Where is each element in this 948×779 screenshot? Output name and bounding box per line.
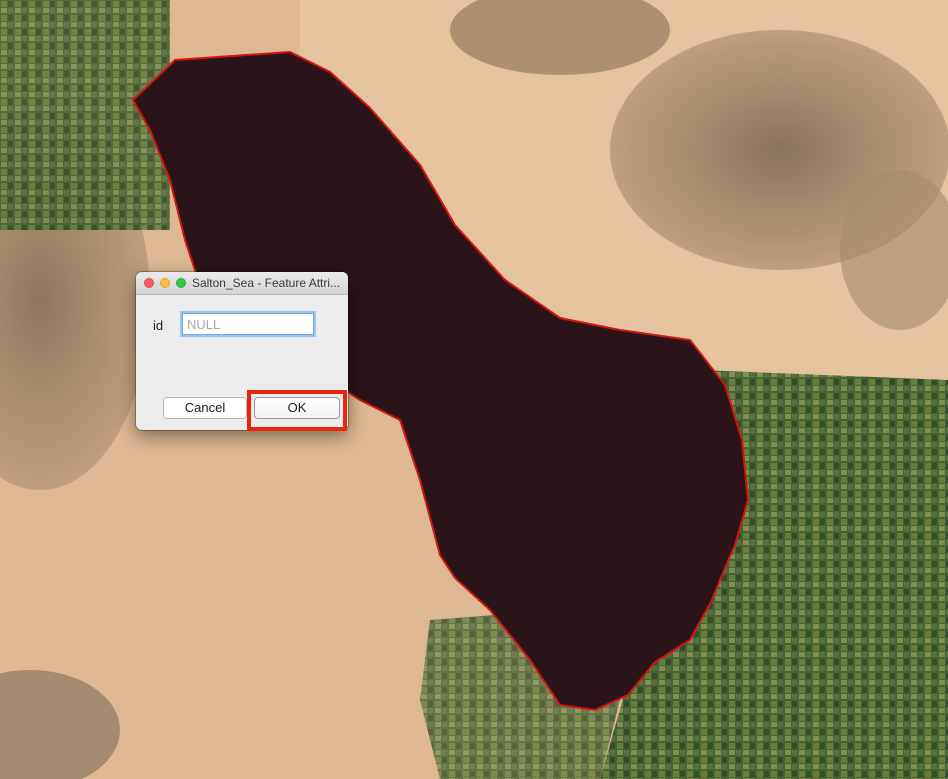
ok-button-highlight-box bbox=[247, 390, 347, 431]
dialog-title: Salton_Sea - Feature Attri... bbox=[191, 276, 341, 290]
close-window-icon[interactable] bbox=[144, 278, 154, 288]
id-field-label: id bbox=[153, 318, 164, 333]
cancel-button[interactable]: Cancel bbox=[163, 397, 247, 419]
minimize-window-icon[interactable] bbox=[160, 278, 170, 288]
id-input[interactable] bbox=[182, 313, 314, 335]
zoom-window-icon[interactable] bbox=[176, 278, 186, 288]
dialog-titlebar[interactable]: Salton_Sea - Feature Attri... bbox=[136, 272, 348, 295]
